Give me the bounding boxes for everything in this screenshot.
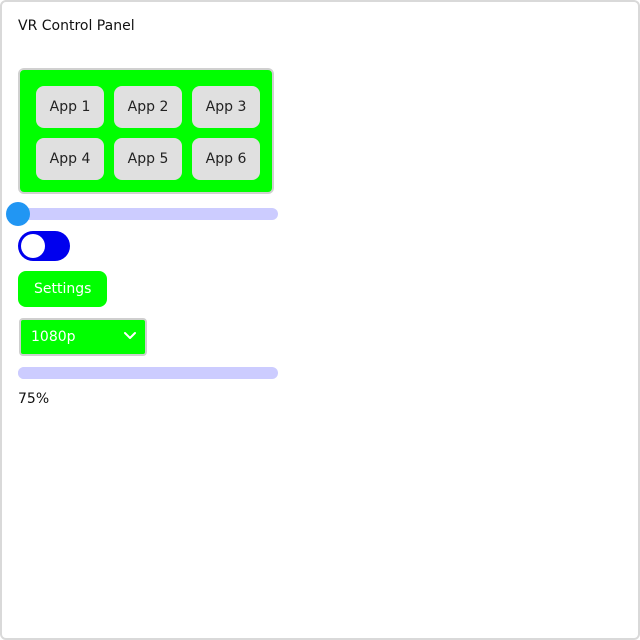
app-tile-3[interactable]: App 3 (192, 86, 260, 128)
toggle-knob (21, 234, 45, 258)
settings-button[interactable]: Settings (18, 271, 108, 307)
toggle-switch[interactable] (18, 231, 70, 261)
slider-track[interactable] (6, 202, 278, 226)
progress-bar (18, 367, 278, 379)
app-tile-4[interactable]: App 4 (36, 138, 104, 180)
slider-thumb[interactable] (6, 202, 30, 226)
app-tile-2[interactable]: App 2 (114, 86, 182, 128)
app-tile-6[interactable]: App 6 (192, 138, 260, 180)
resolution-select[interactable]: 1080p (19, 318, 147, 356)
app-tile-1[interactable]: App 1 (36, 86, 104, 128)
page-title: VR Control Panel (18, 18, 135, 34)
app-tile-5[interactable]: App 5 (114, 138, 182, 180)
resolution-select-value: 1080p (31, 329, 76, 345)
progress-fill (18, 367, 213, 379)
chevron-down-icon (123, 328, 137, 346)
progress-label: 75% (18, 391, 50, 407)
app-grid: App 1 App 2 App 3 App 4 App 5 App 6 (18, 68, 274, 194)
